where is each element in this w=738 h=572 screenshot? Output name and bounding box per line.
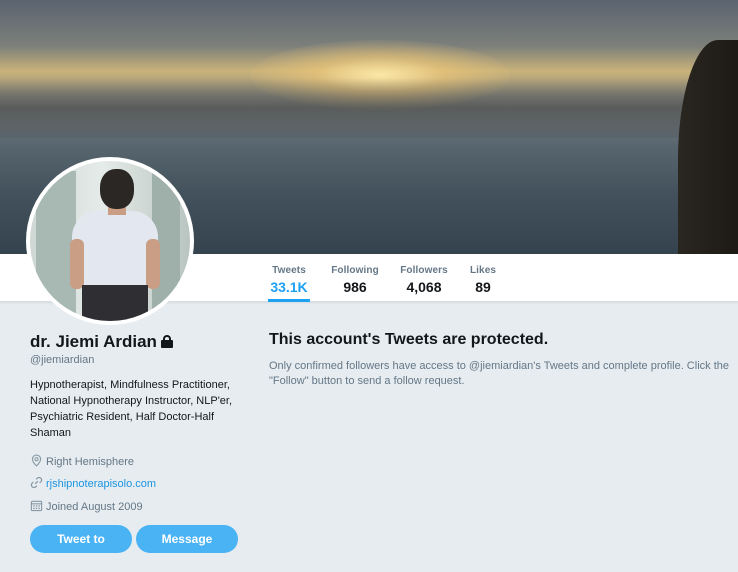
protected-description: Only confirmed followers have access to … — [269, 360, 729, 387]
stat-followers[interactable]: Followers 4,068 — [400, 254, 448, 302]
profile-name[interactable]: dr. Jiemi Ardian — [30, 332, 173, 352]
banner-cliff — [678, 40, 738, 254]
message-button[interactable]: Message — [136, 525, 238, 553]
stat-value: 89 — [475, 279, 491, 295]
stat-label: Following — [331, 265, 379, 276]
tweet-to-button[interactable]: Tweet to — [30, 525, 132, 553]
stat-label: Likes — [469, 265, 497, 276]
avatar-pants — [82, 285, 148, 321]
profile-name-text: dr. Jiemi Ardian — [30, 332, 157, 351]
avatar-head — [100, 169, 134, 209]
profile-website: rjshipnoterapisolo.com — [30, 476, 156, 490]
profile-bio: Hypnotherapist, Mindfulness Practitioner… — [30, 379, 233, 439]
lock-icon — [160, 335, 173, 348]
calendar-icon — [30, 500, 43, 512]
stat-value: 4,068 — [406, 279, 442, 295]
avatar-arm — [146, 239, 160, 289]
profile-location: Right Hemisphere — [30, 454, 134, 468]
website-link[interactable]: rjshipnoterapisolo.com — [46, 478, 156, 490]
protected-title: This account's Tweets are protected. — [269, 331, 549, 348]
avatar-arm — [70, 239, 84, 289]
stat-label: Tweets — [272, 265, 306, 276]
profile-avatar[interactable] — [26, 157, 194, 325]
stat-value: 986 — [343, 279, 367, 295]
stat-tweets[interactable]: Tweets 33.1K — [268, 254, 310, 302]
avatar-photo — [30, 161, 190, 321]
stat-likes[interactable]: Likes 89 — [469, 254, 497, 302]
stat-following[interactable]: Following 986 — [331, 254, 379, 302]
joined-text: Joined August 2009 — [46, 501, 143, 513]
link-icon — [30, 476, 43, 489]
banner-clouds — [0, 78, 738, 138]
location-text: Right Hemisphere — [46, 456, 135, 468]
profile-handle[interactable]: @jiemiardian — [30, 354, 94, 366]
profile-joined: Joined August 2009 — [30, 499, 143, 513]
stat-value: 33.1K — [270, 279, 308, 295]
location-pin-icon — [31, 454, 42, 467]
stat-label: Followers — [400, 265, 448, 276]
